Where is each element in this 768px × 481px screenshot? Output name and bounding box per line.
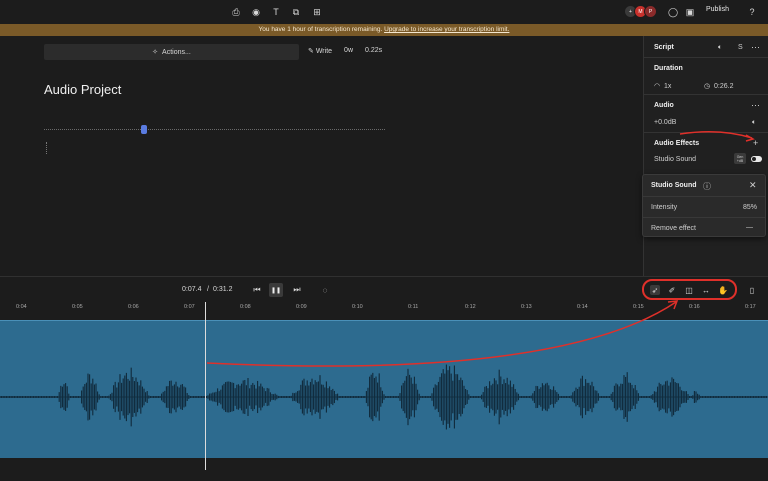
annotation-arrow-tools — [206, 301, 677, 367]
annotation-overlay — [206, 131, 755, 367]
annotation-arrow-effects — [679, 131, 753, 139]
